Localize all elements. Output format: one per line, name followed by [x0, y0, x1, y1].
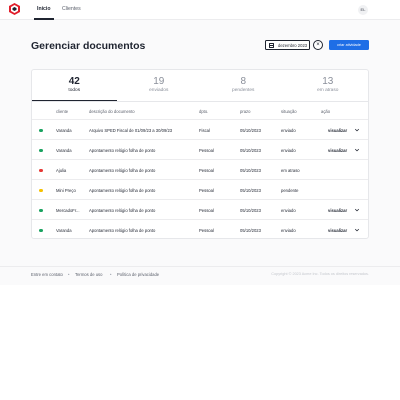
column-header-prazo[interactable]: prazo	[240, 109, 250, 114]
deadline: 05/10/2023	[240, 127, 261, 133]
status-dot-icon	[39, 128, 43, 132]
view-button[interactable]: visualizar	[328, 208, 347, 213]
status-dot-icon	[39, 228, 43, 232]
stat-tab-pendentes[interactable]: 8 pendentes	[201, 70, 286, 101]
create-activity-button[interactable]: criar atividade	[329, 40, 369, 50]
column-header-dpto[interactable]: dpto.	[199, 109, 208, 114]
chevron-down-icon[interactable]	[354, 147, 360, 153]
document-description: Apontamento relógio folha de ponto	[89, 227, 156, 233]
table-row[interactable]: MercadoFr... Apontamento relógio folha de…	[32, 200, 368, 220]
department: Pessoal	[199, 227, 214, 233]
situation-status: enviado	[281, 227, 296, 233]
document-description: Apontamento relógio folha de ponto	[89, 187, 156, 193]
stat-tab-todos[interactable]: 42 todos	[32, 70, 117, 101]
situation-status: pendente	[281, 187, 299, 193]
table-row[interactable]: Mini Preço Apontamento relógio folha de p…	[32, 180, 368, 200]
situation-status: enviado	[281, 207, 296, 213]
chevron-down-icon[interactable]	[354, 227, 360, 233]
view-button[interactable]: visualizar	[328, 228, 347, 233]
client-name: Ajulia	[56, 167, 67, 173]
deadline: 05/10/2023	[240, 187, 261, 193]
footer-separator: •	[110, 272, 112, 277]
clear-filter-button[interactable]: ×	[313, 40, 323, 50]
footer-link-privacidade[interactable]: Política de privacidade	[117, 272, 159, 277]
department: Pessoal	[199, 207, 214, 213]
stat-value: 13	[322, 76, 334, 87]
department: Pessoal	[199, 167, 214, 173]
documents-card: 42 todos 19 enviados 8 pendentes 13 em a…	[31, 69, 369, 239]
stat-label: enviados	[149, 88, 169, 93]
document-description: Apontamento relógio folha de ponto	[89, 147, 156, 153]
status-dot-icon	[39, 168, 43, 172]
status-dot-icon	[39, 148, 43, 152]
footer-separator: •	[68, 272, 70, 277]
page-title: Gerenciar documentos	[31, 40, 146, 52]
column-header-situacao[interactable]: situação	[281, 109, 297, 114]
table-header: cliente descrição do documento dpto. pra…	[32, 102, 368, 120]
deadline: 05/10/2023	[240, 227, 261, 233]
table-row[interactable]: Ajulia Apontamento relógio folha de ponto…	[32, 160, 368, 180]
department: Pessoal	[199, 147, 214, 153]
view-button[interactable]: visualizar	[328, 148, 347, 153]
client-name: Varanda	[56, 127, 72, 133]
chevron-down-icon[interactable]	[354, 127, 360, 133]
stat-tab-enviados[interactable]: 19 enviados	[117, 70, 202, 101]
user-avatar[interactable]: EL	[358, 5, 368, 15]
client-name: MercadoFr...	[56, 207, 80, 213]
column-header-descricao[interactable]: descrição do documento	[89, 109, 135, 114]
top-navigation: Início Clientes EL	[0, 0, 400, 20]
deadline: 05/10/2023	[240, 207, 261, 213]
footer-link-termos[interactable]: Termos de uso	[75, 272, 102, 277]
view-button[interactable]: visualizar	[328, 128, 347, 133]
client-name: Varanda	[56, 147, 72, 153]
stat-value: 42	[68, 76, 80, 87]
footer-copyright: Copyright © 2023 Acme Inc. Todos os dire…	[271, 272, 369, 276]
document-description: Apontamento relógio folha de ponto	[89, 167, 156, 173]
column-header-acao: ação	[321, 108, 331, 114]
document-description: Arquivo SPED Fiscal de 01/09/23 a 30/09/…	[89, 127, 173, 133]
footer-divider	[0, 266, 400, 267]
nav-tab-inicio[interactable]: Início	[34, 6, 54, 20]
stat-label: todos	[68, 88, 81, 93]
deadline: 05/10/2023	[240, 147, 261, 153]
column-header-cliente[interactable]: cliente	[56, 109, 68, 114]
month-filter-label: dezembro 2023	[278, 43, 308, 49]
chevron-down-icon[interactable]	[354, 207, 360, 213]
situation-status: enviado	[281, 147, 296, 153]
situation-status: em atraso	[281, 167, 300, 173]
department: Pessoal	[199, 187, 214, 193]
app-logo-icon[interactable]	[9, 3, 20, 15]
department: Fiscal	[199, 127, 210, 133]
table-row[interactable]: Varanda Arquivo SPED Fiscal de 01/09/23 a…	[32, 120, 368, 140]
status-dot-icon	[39, 208, 43, 212]
stat-value: 8	[240, 76, 247, 87]
document-description: Apontamento relógio folha de ponto	[89, 207, 156, 213]
stat-tab-em-atraso[interactable]: 13 em atraso	[286, 70, 371, 101]
table-row[interactable]: Varanda Apontamento relógio folha de pont…	[32, 140, 368, 160]
stat-label: em atraso	[317, 88, 339, 93]
footer-link-contato[interactable]: Entre em contato	[31, 272, 63, 277]
client-name: Varanda	[56, 227, 72, 233]
nav-tab-clientes[interactable]: Clientes	[62, 6, 81, 12]
calendar-icon	[269, 43, 274, 48]
stat-label: pendentes	[232, 88, 255, 93]
situation-status: enviado	[281, 127, 296, 133]
stat-value: 19	[153, 76, 165, 87]
table-row[interactable]: Varanda Apontamento relógio folha de pont…	[32, 220, 368, 240]
deadline: 05/10/2023	[240, 167, 261, 173]
month-filter-picker[interactable]: dezembro 2023	[265, 40, 310, 50]
status-dot-icon	[39, 188, 43, 192]
client-name: Mini Preço	[56, 187, 76, 193]
